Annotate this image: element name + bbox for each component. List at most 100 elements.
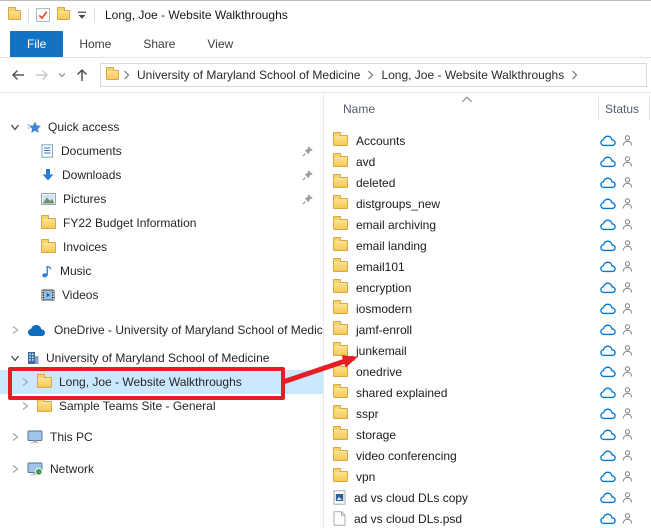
monitor-icon	[27, 430, 43, 444]
new-folder-icon[interactable]	[57, 10, 70, 20]
file-row-ad-vs-cloud-dls-copy[interactable]: ad vs cloud DLs copy	[324, 487, 651, 508]
sidebar-item-label: Quick access	[48, 120, 119, 134]
chevron-right-icon[interactable]	[18, 377, 32, 387]
documents-icon	[41, 144, 54, 158]
chevron-right-icon[interactable]	[8, 432, 22, 442]
file-row-email-archiving[interactable]: email archiving	[324, 214, 651, 235]
file-name: jamf-enroll	[356, 323, 412, 337]
status-cell	[600, 193, 633, 214]
file-row-jamf-enroll[interactable]: jamf-enroll	[324, 319, 651, 340]
chevron-right-icon[interactable]	[18, 401, 32, 411]
people-status-icon	[622, 407, 633, 420]
onedrive-cloud-icon	[27, 324, 47, 337]
file-row-email101[interactable]: email101	[324, 256, 651, 277]
sidebar-item-quick-access[interactable]: Quick access	[0, 115, 323, 139]
file-row-sspr[interactable]: sspr	[324, 403, 651, 424]
sidebar-item-sample-teams-site[interactable]: Sample Teams Site - General	[0, 394, 323, 418]
file-row-distgroups-new[interactable]: distgroups_new	[324, 193, 651, 214]
music-note-icon	[41, 264, 53, 278]
tab-home[interactable]: Home	[63, 31, 127, 57]
file-row-shared-explained[interactable]: shared explained	[324, 382, 651, 403]
film-strip-icon	[41, 289, 55, 301]
file-name: video conferencing	[356, 449, 457, 463]
chevron-down-icon[interactable]	[8, 122, 22, 132]
file-row-email-landing[interactable]: email landing	[324, 235, 651, 256]
people-status-icon	[622, 344, 633, 357]
breadcrumb-separator-icon[interactable]	[367, 70, 374, 80]
column-header-name[interactable]: Name	[343, 102, 375, 116]
chevron-right-icon[interactable]	[8, 325, 22, 335]
sidebar-item-label: Long, Joe - Website Walkthroughs	[59, 375, 242, 389]
column-header-status[interactable]: Status	[605, 102, 639, 116]
sidebar-item-this-pc[interactable]: This PC	[0, 425, 323, 449]
file-row-avd[interactable]: avd	[324, 151, 651, 172]
recent-locations-dropdown-icon[interactable]	[54, 63, 70, 87]
chevron-right-icon[interactable]	[8, 464, 22, 474]
properties-check-icon[interactable]	[36, 8, 50, 22]
people-status-icon	[622, 134, 633, 147]
file-name: avd	[356, 155, 375, 169]
building-icon	[27, 351, 39, 365]
file-row-deleted[interactable]: deleted	[324, 172, 651, 193]
breadcrumb-segment[interactable]: Long, Joe - Website Walkthroughs	[378, 68, 567, 82]
forward-button[interactable]	[30, 63, 54, 87]
file-row-ad-vs-cloud-dls-psd[interactable]: ad vs cloud DLs.psd	[324, 508, 651, 528]
quick-access-star-icon	[27, 121, 41, 134]
file-row-iosmodern[interactable]: iosmodern	[324, 298, 651, 319]
status-cell	[600, 130, 633, 151]
up-button[interactable]	[70, 63, 94, 87]
breadcrumb-segment[interactable]: University of Maryland School of Medicin…	[134, 68, 363, 82]
sidebar-item-pictures[interactable]: Pictures	[0, 187, 323, 211]
app-folder-icon	[8, 10, 21, 20]
folder-icon	[37, 401, 52, 412]
sidebar-item-music[interactable]: Music	[0, 259, 323, 283]
sidebar-item-fy22-budget-information[interactable]: FY22 Budget Information	[0, 211, 323, 235]
file-explorer-window: Long, Joe - Website Walkthroughs File Ho…	[0, 0, 651, 528]
file-row-vpn[interactable]: vpn	[324, 466, 651, 487]
pin-icon	[302, 193, 314, 205]
file-row-accounts[interactable]: Accounts	[324, 130, 651, 151]
cloud-status-icon	[600, 240, 616, 252]
back-button[interactable]	[6, 63, 30, 87]
sort-ascending-icon[interactable]	[461, 96, 473, 103]
address-bar[interactable]: University of Maryland School of Medicin…	[100, 63, 647, 87]
ribbon-tab-bar: File Home Share View	[0, 29, 651, 58]
file-row-encryption[interactable]: encryption	[324, 277, 651, 298]
sidebar-item-onedrive[interactable]: OneDrive - University of Maryland School…	[0, 318, 323, 342]
file-name: storage	[356, 428, 396, 442]
sidebar-item-university-of-maryland[interactable]: University of Maryland School of Medicin…	[0, 346, 323, 370]
sidebar-item-documents[interactable]: Documents	[0, 139, 323, 163]
navigation-toolbar: University of Maryland School of Medicin…	[0, 58, 651, 93]
sidebar-item-downloads[interactable]: Downloads	[0, 163, 323, 187]
sidebar-item-videos[interactable]: Videos	[0, 283, 323, 307]
image-file-icon	[333, 490, 346, 505]
sidebar-item-invoices[interactable]: Invoices	[0, 235, 323, 259]
file-row-onedrive[interactable]: onedrive	[324, 361, 651, 382]
folder-icon	[333, 366, 348, 377]
cloud-status-icon	[600, 513, 616, 525]
status-cell	[600, 214, 633, 235]
file-row-storage[interactable]: storage	[324, 424, 651, 445]
file-row-video-conferencing[interactable]: video conferencing	[324, 445, 651, 466]
column-divider[interactable]	[598, 97, 599, 120]
window-title: Long, Joe - Website Walkthroughs	[105, 8, 288, 22]
status-cell	[600, 466, 633, 487]
sidebar-item-long-joe-website-walkthroughs[interactable]: Long, Joe - Website Walkthroughs	[0, 370, 323, 394]
column-divider[interactable]	[649, 97, 650, 120]
tab-file[interactable]: File	[10, 31, 63, 57]
file-row-junkemail[interactable]: junkemail	[324, 340, 651, 361]
customize-toolbar-dropdown-icon[interactable]	[77, 11, 87, 20]
folder-icon	[333, 387, 348, 398]
breadcrumb-separator-icon[interactable]	[571, 70, 578, 80]
tab-view[interactable]: View	[191, 31, 249, 57]
chevron-down-icon[interactable]	[8, 353, 22, 363]
tab-share[interactable]: Share	[127, 31, 191, 57]
file-list-pane: Name Status Accounts avd	[323, 93, 651, 528]
sidebar-item-label: Music	[60, 264, 91, 278]
sidebar-item-network[interactable]: Network	[0, 457, 323, 481]
downloads-icon	[41, 168, 55, 182]
folder-icon	[333, 408, 348, 419]
status-cell	[600, 508, 633, 528]
titlebar-separator	[28, 8, 29, 23]
status-cell	[600, 445, 633, 466]
